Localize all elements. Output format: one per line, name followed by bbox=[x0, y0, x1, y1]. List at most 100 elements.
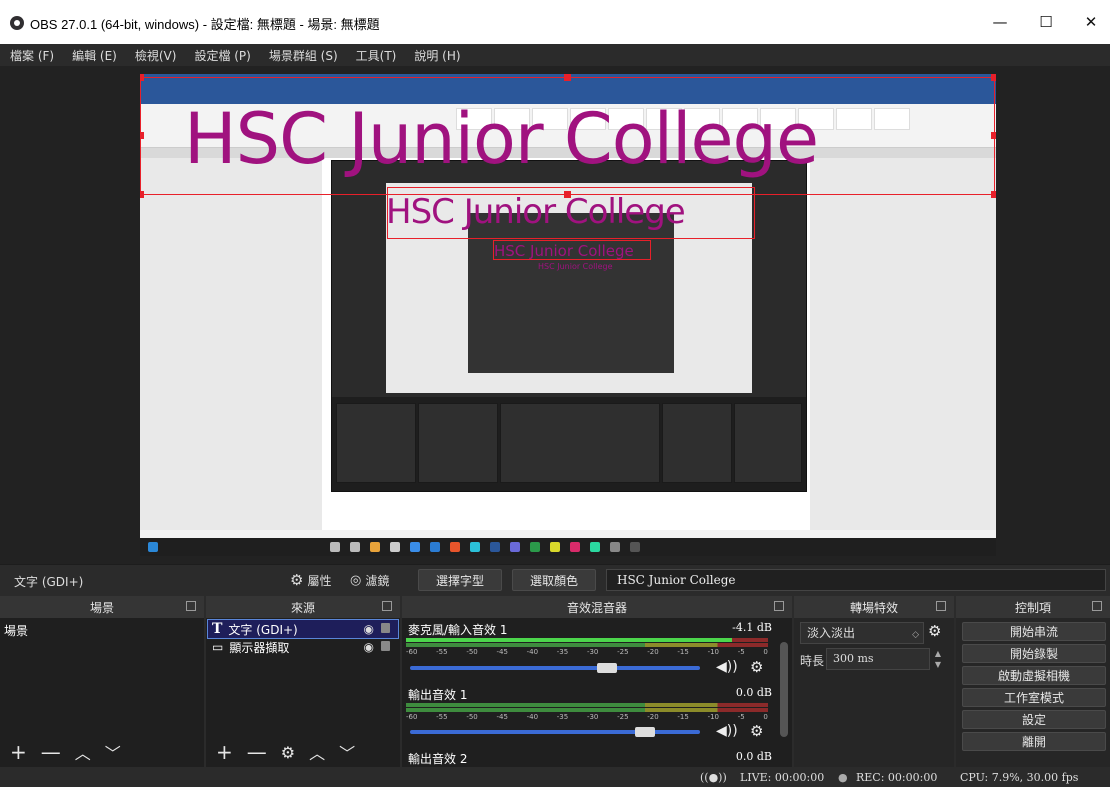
cpu-status: CPU: 7.9%, 30.00 fps bbox=[960, 771, 1079, 784]
select-font-button[interactable]: 選擇字型 bbox=[418, 569, 502, 591]
resize-handle[interactable] bbox=[140, 74, 144, 81]
move-up-icon[interactable]: ︿ bbox=[309, 740, 325, 764]
add-scene-button[interactable]: + bbox=[10, 740, 27, 764]
menu-tools[interactable]: 工具(T) bbox=[356, 47, 397, 64]
taskbar-app-icon bbox=[370, 542, 380, 552]
resize-handle[interactable] bbox=[140, 132, 144, 139]
scenes-dock-header: 場景 bbox=[0, 596, 204, 618]
duration-spinner[interactable]: ▲ ▼ bbox=[930, 648, 946, 670]
volume-slider-track[interactable] bbox=[410, 730, 700, 734]
menu-help[interactable]: 說明 (H) bbox=[414, 47, 460, 64]
volume-slider-track[interactable] bbox=[410, 666, 700, 670]
resize-handle[interactable] bbox=[991, 191, 996, 198]
move-down-icon[interactable]: ﹀ bbox=[105, 740, 121, 764]
source-toolbar: 文字 (GDI+) ⚙ 屬性 ◎ 濾鏡 選擇字型 選取顏色 HSC Junior… bbox=[0, 564, 1110, 594]
studio-mode-button[interactable]: 工作室模式 bbox=[962, 688, 1106, 707]
sources-dock-title: 來源 bbox=[290, 600, 315, 615]
visibility-eye-icon[interactable]: ◉ bbox=[364, 622, 374, 636]
scene-item[interactable]: 場景 bbox=[4, 622, 28, 639]
menu-view[interactable]: 檢視(V) bbox=[135, 47, 177, 64]
move-up-icon[interactable]: ︿ bbox=[75, 740, 91, 764]
audio-mixer-dock-header: 音效混音器 bbox=[402, 596, 792, 618]
duration-input[interactable]: 300 ms bbox=[826, 648, 930, 670]
minimize-button[interactable]: — bbox=[977, 0, 1023, 44]
resize-handle[interactable] bbox=[991, 74, 996, 81]
meter-tick-label: -35 bbox=[556, 713, 569, 721]
menu-scene-collection[interactable]: 場景群組 (S) bbox=[269, 47, 338, 64]
meter-tick-label: -50 bbox=[466, 713, 478, 721]
float-dock-icon[interactable] bbox=[936, 601, 946, 611]
volume-slider-handle[interactable] bbox=[634, 727, 655, 737]
maximize-button[interactable]: ☐ bbox=[1023, 0, 1069, 44]
float-dock-icon[interactable] bbox=[382, 601, 392, 611]
filters-button[interactable]: ◎ 濾鏡 bbox=[350, 569, 389, 591]
menu-profile[interactable]: 設定檔 (P) bbox=[194, 47, 250, 64]
captured-word-statusbar bbox=[140, 530, 996, 538]
taskbar-app-icon bbox=[450, 542, 460, 552]
properties-button[interactable]: ⚙ 屬性 bbox=[290, 569, 331, 591]
preview-area[interactable]: HSC Junior College HSC Junior College HS… bbox=[0, 66, 1110, 564]
float-dock-icon[interactable] bbox=[186, 601, 196, 611]
meter-tick-label: -20 bbox=[647, 648, 659, 656]
meter-tick-label: -40 bbox=[526, 648, 539, 656]
sources-list[interactable]: T 文字 (GDI+) ◉ ▭ 顯示器擷取 ◉ + — ⚙ ︿ ﹀ bbox=[206, 618, 400, 767]
settings-button[interactable]: 設定 bbox=[962, 710, 1106, 729]
visibility-eye-icon[interactable]: ◉ bbox=[364, 640, 374, 654]
close-button[interactable]: ✕ bbox=[1068, 0, 1110, 44]
controls-dock-header: 控制項 bbox=[956, 596, 1110, 618]
transitions-title: 轉場特效 bbox=[849, 600, 898, 615]
selection-box[interactable] bbox=[140, 77, 995, 195]
remove-scene-button[interactable]: — bbox=[41, 740, 61, 764]
sources-toolbar: + — ⚙ ︿ ﹀ bbox=[206, 737, 400, 767]
float-dock-icon[interactable] bbox=[1092, 601, 1102, 611]
controls-dock: 控制項 開始串流 開始錄製 啟動虛擬相機 工作室模式 設定 離開 bbox=[956, 596, 1110, 767]
title-bar: OBS 27.0.1 (64-bit, windows) - 設定檔: 無標題 … bbox=[0, 0, 1110, 44]
add-source-button[interactable]: + bbox=[216, 740, 233, 764]
menu-edit[interactable]: 編輯 (E) bbox=[72, 47, 117, 64]
volume-slider-handle[interactable] bbox=[597, 663, 618, 673]
taskbar-app-icon bbox=[530, 542, 540, 552]
meter-tick-label: -15 bbox=[677, 713, 689, 721]
menu-file[interactable]: 檔案 (F) bbox=[10, 47, 54, 64]
audio-settings-gear-icon[interactable]: ⚙ bbox=[750, 658, 763, 676]
select-color-button[interactable]: 選取顏色 bbox=[512, 569, 596, 591]
text-source-icon: T bbox=[212, 621, 223, 637]
meter-tick-label: -10 bbox=[707, 648, 719, 656]
nested-panel bbox=[734, 403, 802, 483]
remove-source-button[interactable]: — bbox=[247, 740, 267, 764]
meter-tick-label: -60 bbox=[406, 713, 418, 721]
meter-tick-label: -30 bbox=[586, 648, 599, 656]
audio-channel-db: -4.1 dB bbox=[732, 621, 772, 634]
resize-handle[interactable] bbox=[564, 74, 571, 81]
preview-canvas[interactable]: HSC Junior College HSC Junior College HS… bbox=[140, 74, 996, 556]
menu-bar: 檔案 (F) 編輯 (E) 檢視(V) 設定檔 (P) 場景群組 (S) 工具(… bbox=[0, 44, 1110, 66]
scenes-list[interactable]: 場景 + — ︿ ﹀ bbox=[0, 618, 204, 767]
start-streaming-button[interactable]: 開始串流 bbox=[962, 622, 1106, 641]
audio-settings-gear-icon[interactable]: ⚙ bbox=[750, 722, 763, 740]
transition-settings-gear-icon[interactable]: ⚙ bbox=[928, 622, 941, 640]
start-virtual-camera-button[interactable]: 啟動虛擬相機 bbox=[962, 666, 1106, 685]
live-status: LIVE: 00:00:00 bbox=[740, 771, 825, 784]
resize-handle[interactable] bbox=[140, 191, 144, 198]
audio-mixer-scrollbar[interactable] bbox=[780, 642, 788, 737]
lock-icon[interactable] bbox=[381, 641, 390, 651]
text-input[interactable]: HSC Junior College bbox=[606, 569, 1106, 591]
window-title: OBS 27.0.1 (64-bit, windows) - 設定檔: 無標題 … bbox=[30, 17, 380, 32]
source-properties-gear-icon[interactable]: ⚙ bbox=[281, 743, 295, 762]
source-item-text[interactable]: T 文字 (GDI+) ◉ bbox=[207, 619, 399, 639]
source-item-display-capture[interactable]: ▭ 顯示器擷取 ◉ bbox=[208, 638, 398, 656]
audio-level-meter bbox=[406, 643, 768, 647]
speaker-icon[interactable]: ◀)) bbox=[716, 723, 738, 739]
resize-handle[interactable] bbox=[991, 132, 996, 139]
transition-select[interactable]: 淡入淡出 ◇ bbox=[800, 622, 924, 644]
source-item-label: 顯示器擷取 bbox=[229, 640, 290, 655]
audio-channel-name: 麥克風/輸入音效 1 bbox=[408, 623, 508, 637]
meter-tick-label: -55 bbox=[436, 713, 448, 721]
start-recording-button[interactable]: 開始錄製 bbox=[962, 644, 1106, 663]
move-down-icon[interactable]: ﹀ bbox=[339, 740, 355, 764]
speaker-icon[interactable]: ◀)) bbox=[716, 659, 738, 675]
lock-icon[interactable] bbox=[381, 623, 390, 633]
meter-tick-label: -5 bbox=[737, 713, 745, 721]
float-dock-icon[interactable] bbox=[774, 601, 784, 611]
exit-button[interactable]: 離開 bbox=[962, 732, 1106, 751]
